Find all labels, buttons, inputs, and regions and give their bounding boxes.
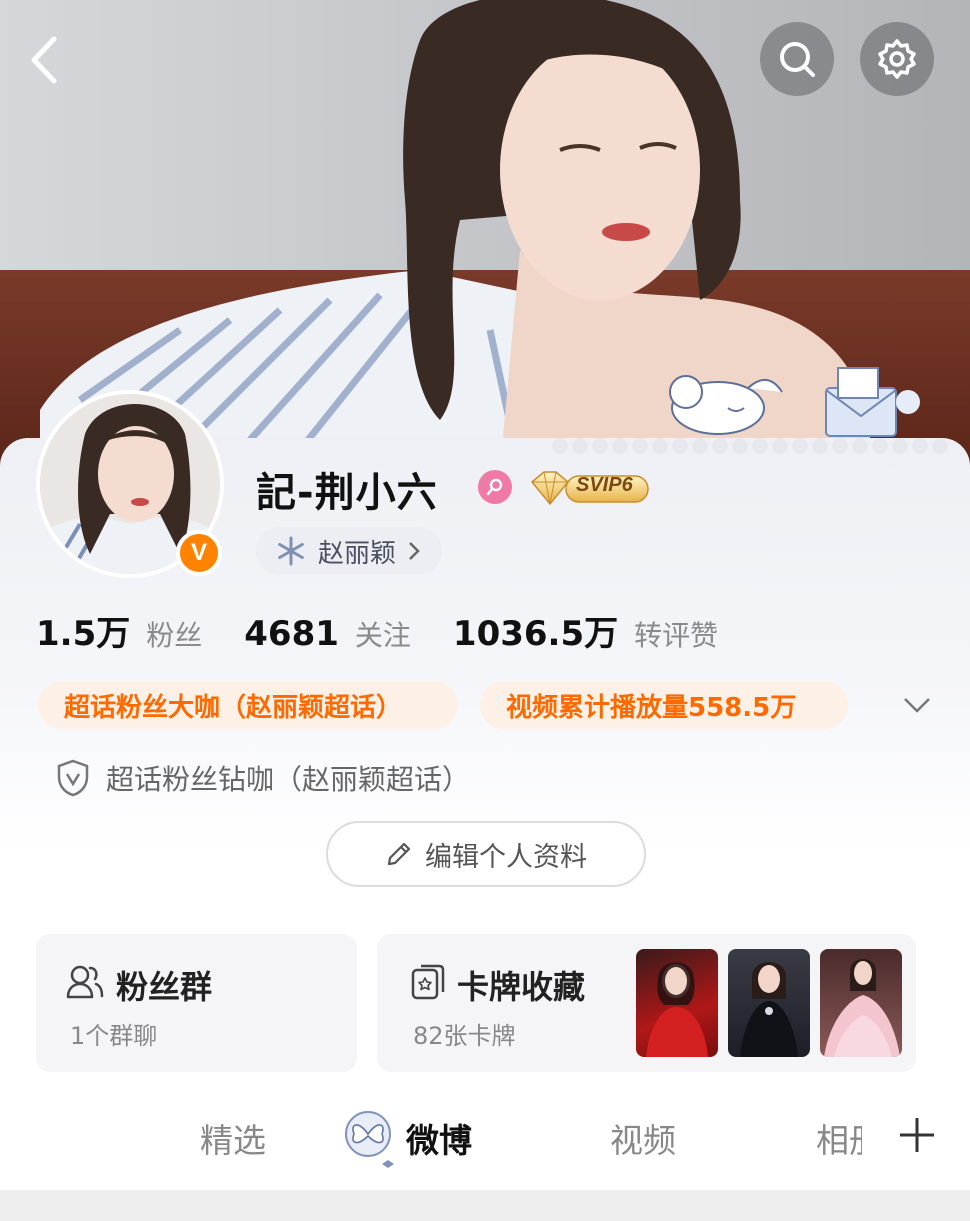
profile-tabs: 精选 微博 视频 相册 xyxy=(0,1100,970,1180)
back-icon xyxy=(31,36,57,84)
verified-badge: V xyxy=(176,530,222,576)
card-thumbnail[interactable] xyxy=(728,949,810,1057)
followers-label[interactable]: 粉丝 xyxy=(146,614,202,654)
card-thumbnail-image xyxy=(740,962,798,1057)
interactions-label[interactable]: 转评赞 xyxy=(634,614,718,654)
edit-profile-button[interactable]: 编辑个人资料 xyxy=(326,821,646,887)
gender-badge xyxy=(478,470,512,504)
people-icon xyxy=(66,965,104,999)
chevron-down-icon[interactable] xyxy=(902,690,932,720)
tab-weibo[interactable]: 微博 xyxy=(406,1114,472,1162)
username: 記-荆小六 xyxy=(256,470,438,516)
fan-group-title: 粉丝群 xyxy=(116,968,213,1006)
tag-video-plays[interactable]: 视频累计播放量558.5万 xyxy=(480,681,848,729)
edit-profile-label: 编辑个人资料 xyxy=(425,841,587,873)
gear-icon xyxy=(878,39,916,79)
following-count[interactable]: 4681 xyxy=(244,614,339,654)
card-thumbnail[interactable] xyxy=(636,949,718,1057)
search-button[interactable] xyxy=(760,22,834,96)
chevron-right-icon xyxy=(409,542,420,560)
super-topic-label: 赵丽颖 xyxy=(318,538,397,569)
search-icon xyxy=(780,42,815,77)
card-thumbnail[interactable] xyxy=(820,949,902,1057)
shield-icon xyxy=(57,759,89,797)
butterfly-icon xyxy=(345,1111,394,1168)
settings-button[interactable] xyxy=(860,22,934,96)
fan-badge-row[interactable]: 超话粉丝钻咖（赵丽颖超话） xyxy=(56,758,470,798)
followers-count[interactable]: 1.5万 xyxy=(36,606,130,655)
card-collection-title: 卡牌收藏 xyxy=(457,968,586,1006)
plus-icon[interactable] xyxy=(898,1116,936,1154)
tab-featured[interactable]: 精选 xyxy=(200,1114,266,1162)
tab-video[interactable]: 视频 xyxy=(610,1114,676,1162)
super-topic-chip[interactable]: 赵丽颖 xyxy=(256,527,443,575)
stats-row: 1.5万 粉丝 4681 关注 1036.5万 转评赞 xyxy=(36,606,718,655)
content-divider xyxy=(0,1190,970,1221)
card-icon xyxy=(411,964,445,1000)
following-label[interactable]: 关注 xyxy=(355,614,411,654)
card-collection-subtitle: 82张卡牌 xyxy=(413,1022,516,1050)
fan-group-subtitle: 1个群聊 xyxy=(70,1022,158,1050)
snowflake-icon xyxy=(278,536,304,566)
tag-super-fan[interactable]: 超话粉丝大咖（赵丽颖超话） xyxy=(38,681,458,729)
fan-group-card[interactable]: 粉丝群 1个群聊 xyxy=(36,934,357,1072)
card-thumbnail-image xyxy=(646,962,708,1057)
fan-badge-label: 超话粉丝钻咖（赵丽颖超话） xyxy=(106,763,471,796)
pencil-icon xyxy=(387,842,411,866)
back-button[interactable] xyxy=(28,30,76,90)
svip-label: SVIP6 xyxy=(576,474,633,496)
interactions-count[interactable]: 1036.5万 xyxy=(453,606,618,655)
female-icon xyxy=(486,478,503,496)
card-thumbnail-image xyxy=(824,959,900,1057)
